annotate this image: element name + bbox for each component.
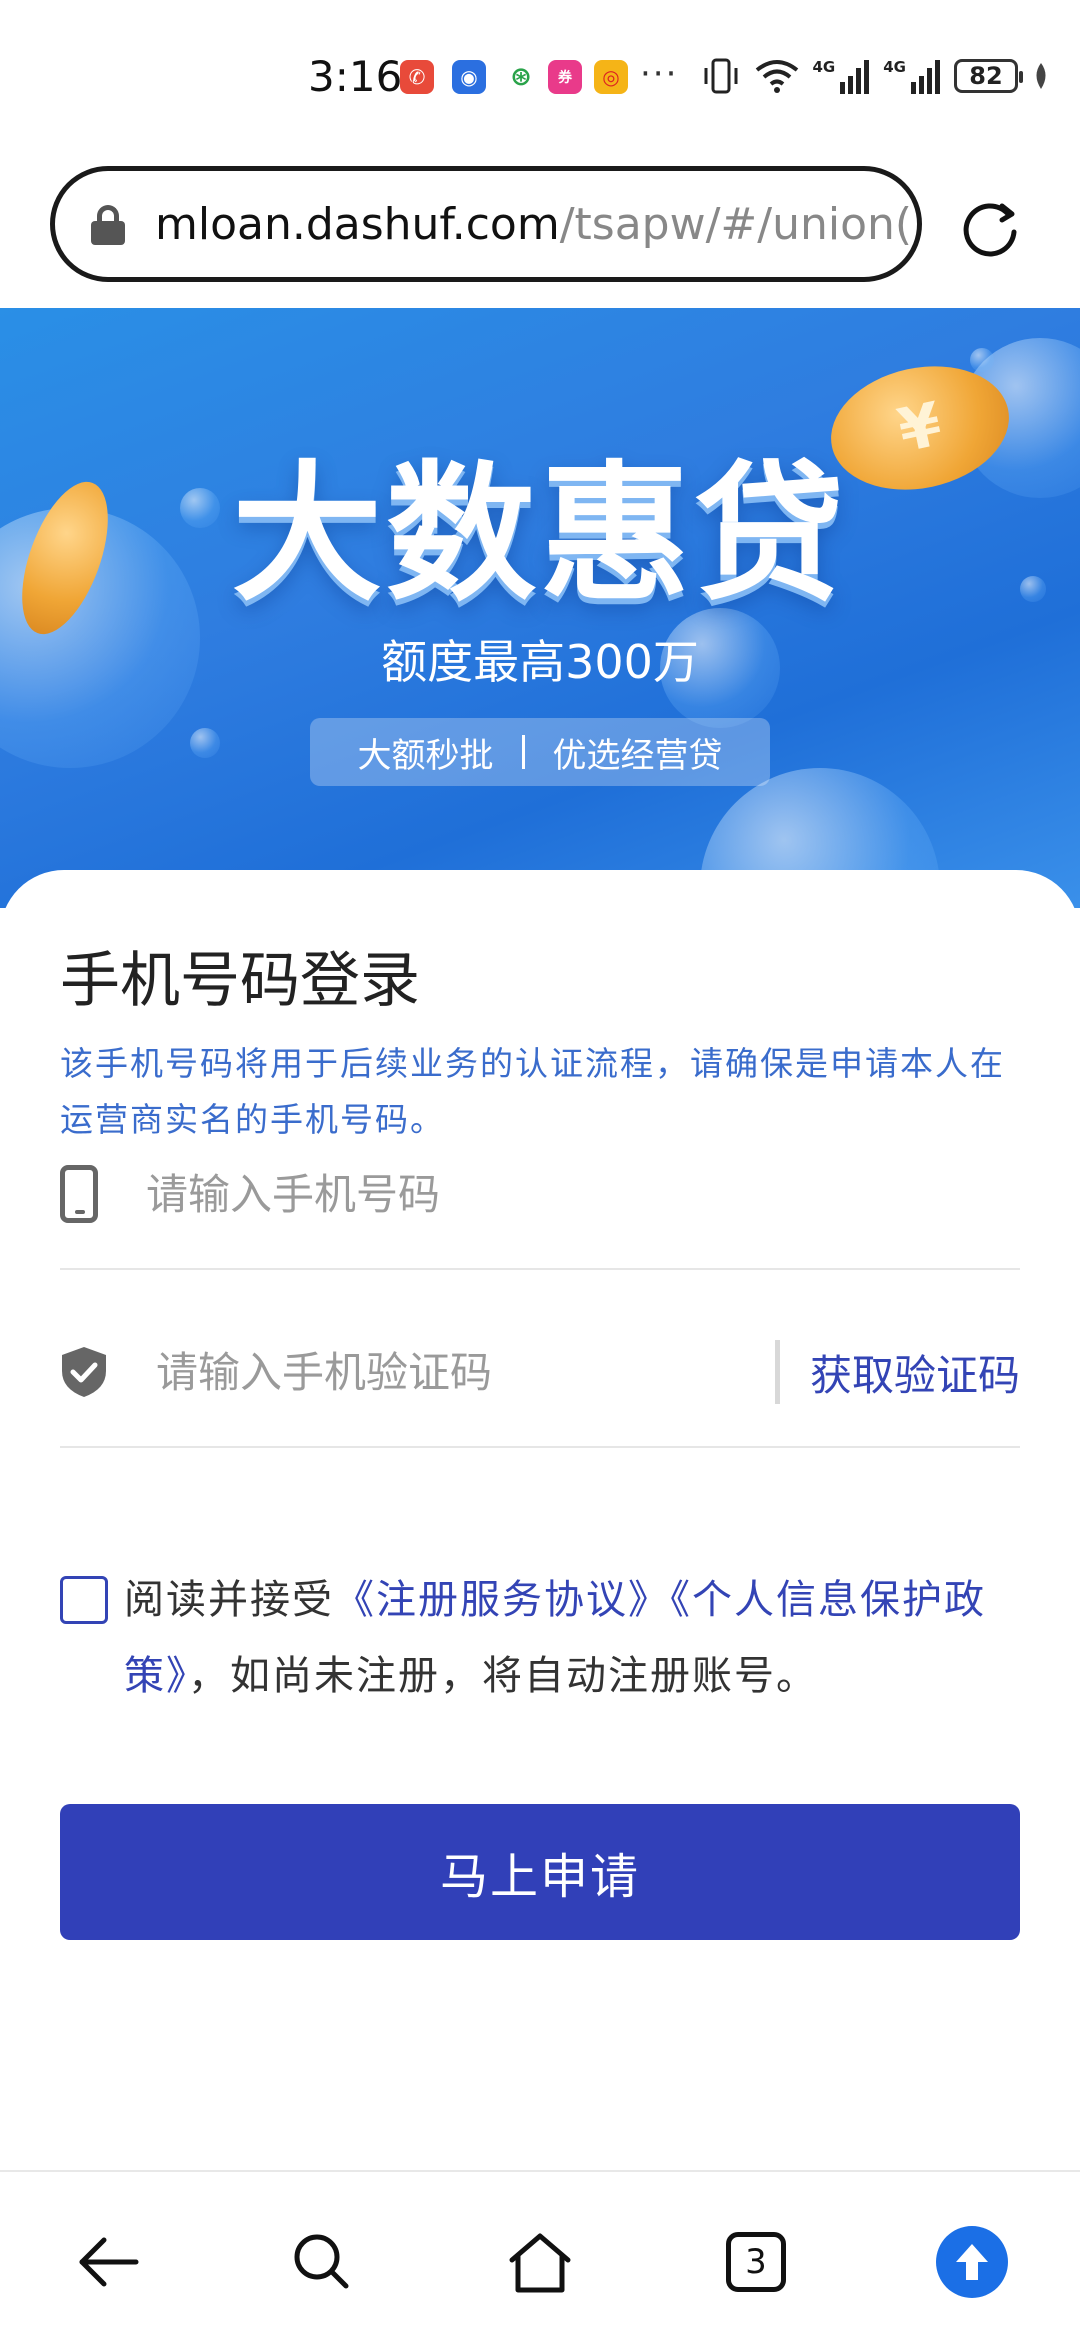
status-right-group: 4G 4G 82 xyxy=(701,58,1051,94)
decorative-bubble xyxy=(190,728,220,758)
address-bar[interactable]: mloan.dashuf.com/tsapw/#/union( xyxy=(50,166,922,282)
banner-subtitle: 额度最高300万 xyxy=(381,635,699,689)
leaf-icon xyxy=(1036,63,1046,89)
search-icon xyxy=(294,2234,349,2289)
agreement-text: 阅读并接受《注册服务协议》《个人信息保护政策》，如尚未注册，将自动注册账号。 xyxy=(124,1562,1020,1714)
get-code-button[interactable]: 获取验证码 xyxy=(810,1342,1020,1403)
status-time: 3:16 xyxy=(308,52,403,101)
weibo-icon: ◎ xyxy=(594,60,628,94)
url-path: /tsapw/#/union( xyxy=(559,198,913,250)
home-button[interactable] xyxy=(500,2222,580,2302)
upload-icon xyxy=(936,2226,1008,2298)
banner-tag-left: 大额秒批 xyxy=(357,735,494,776)
reload-icon[interactable] xyxy=(958,196,1022,260)
url-text[interactable]: mloan.dashuf.com/tsapw/#/union( xyxy=(155,199,912,250)
app-icon: ◉ xyxy=(452,60,486,94)
missed-call-icon: ✆ xyxy=(400,60,434,94)
agreement-row: 阅读并接受《注册服务协议》《个人信息保护政策》，如尚未注册，将自动注册账号。 xyxy=(60,1562,1020,1714)
banner-tag-pill: 大额秒批 优选经营贷 xyxy=(310,718,770,786)
tabs-icon: 3 xyxy=(726,2232,786,2292)
apply-now-button[interactable]: 马上申请 xyxy=(60,1804,1020,1940)
register-agreement-link[interactable]: 《注册服务协议》 xyxy=(334,1577,670,1623)
shopping-app-icon: 券 xyxy=(548,60,582,94)
page-title: 手机号码登录 xyxy=(60,946,420,1016)
network-type-label: 4G xyxy=(883,58,906,76)
phone-input[interactable] xyxy=(146,1169,1020,1219)
url-host: mloan.dashuf.com xyxy=(155,198,560,250)
tab-count: 3 xyxy=(745,2242,767,2282)
promo-banner: ¥ 大数惠贷 额度最高300万 大额秒批 优选经营贷 xyxy=(0,308,1080,908)
agree-prefix: 阅读并接受 xyxy=(124,1577,334,1623)
status-bar: 3:16 ✆ ◉ ⊛ 券 ◎ ··· 4G 4G 82 xyxy=(0,0,1080,150)
battery-level: 82 xyxy=(969,62,1003,90)
back-button[interactable] xyxy=(68,2222,148,2302)
shield-check-icon xyxy=(62,1347,106,1397)
upload-button[interactable] xyxy=(932,2222,1012,2302)
field-divider xyxy=(774,1340,780,1404)
pill-divider xyxy=(521,735,525,769)
agreement-checkbox[interactable] xyxy=(60,1576,108,1624)
signal-icon: 4G xyxy=(813,58,870,94)
tabs-button[interactable]: 3 xyxy=(716,2222,796,2302)
wifi-icon xyxy=(755,60,798,93)
status-overflow: ··· xyxy=(640,54,679,94)
lock-icon[interactable] xyxy=(91,205,125,245)
phone-icon xyxy=(60,1165,98,1223)
login-card: 手机号码登录 该手机号码将用于后续业务的认证流程，请确保是申请本人在运营商实名的… xyxy=(0,870,1080,2170)
phone-field[interactable] xyxy=(60,1120,1020,1270)
banner-tag-right: 优选经营贷 xyxy=(552,735,723,776)
banner-title: 大数惠贷 xyxy=(231,448,848,622)
battery-icon: 82 xyxy=(954,59,1023,93)
mobile-carrier-icon: ⊛ xyxy=(510,62,532,92)
browser-bottom-nav: 3 xyxy=(0,2170,1080,2340)
signal-icon: 4G xyxy=(883,58,940,94)
home-icon xyxy=(509,2233,571,2293)
decorative-bubble xyxy=(970,348,994,372)
code-field[interactable]: 获取验证码 xyxy=(60,1298,1020,1448)
vibrate-icon xyxy=(704,58,737,94)
search-button[interactable] xyxy=(282,2222,362,2302)
agree-suffix: ，如尚未注册，将自动注册账号。 xyxy=(188,1653,818,1699)
verification-code-input[interactable] xyxy=(156,1347,775,1397)
network-type-label: 4G xyxy=(812,58,836,76)
back-icon xyxy=(79,2237,139,2287)
